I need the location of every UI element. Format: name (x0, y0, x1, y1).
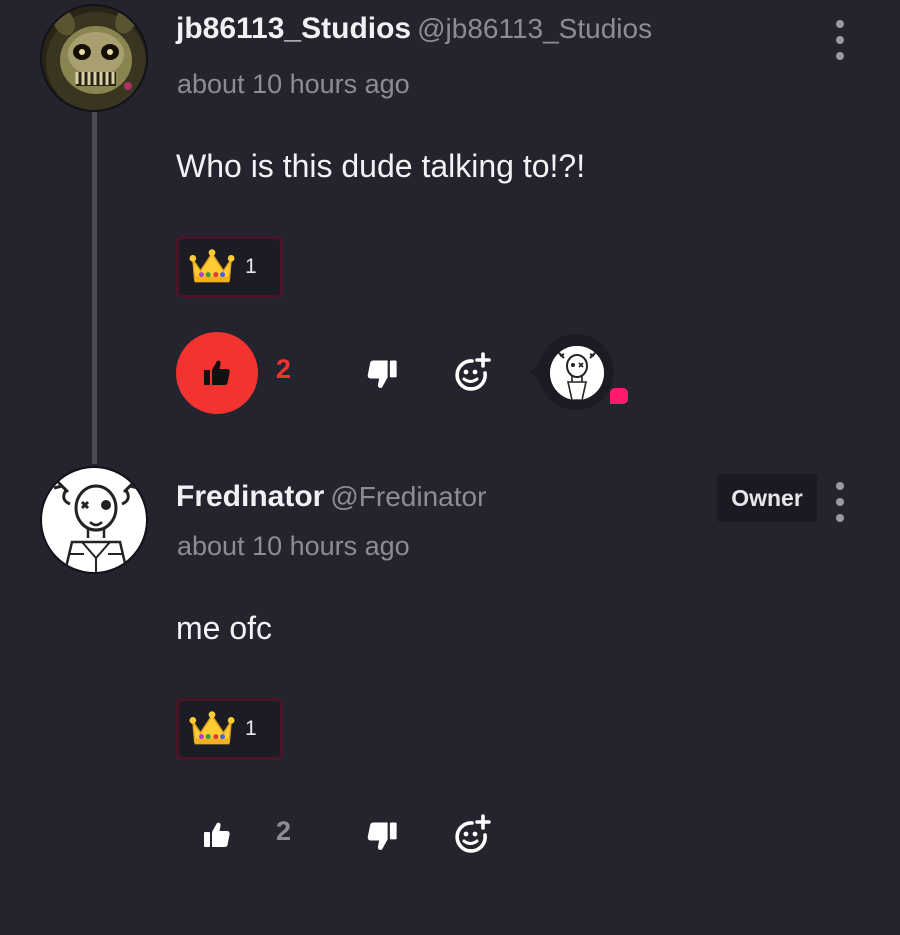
comment-text: Who is this dude talking to!?! (176, 148, 586, 184)
thumbs-down-icon (364, 818, 400, 854)
chat-notification-icon (610, 388, 628, 404)
more-options-icon[interactable] (830, 482, 850, 522)
like-button[interactable] (176, 794, 258, 876)
owner-badge: Owner (717, 474, 817, 522)
reaction-chip[interactable]: 1 (176, 236, 283, 298)
user-handle[interactable]: @jb86113_Studios (417, 13, 652, 44)
springtrap-avatar[interactable] (40, 4, 148, 112)
fredinator-mini-avatar (550, 346, 604, 400)
add-reaction-icon (452, 352, 492, 394)
thumbs-up-icon (201, 357, 233, 389)
crown-emoji (189, 709, 235, 749)
timestamp: about 10 hours ago (177, 531, 410, 561)
username[interactable]: jb86113_Studios (176, 12, 411, 45)
comment-actions: 2 (176, 332, 876, 414)
timestamp: about 10 hours ago (177, 69, 410, 99)
add-reaction-button[interactable] (452, 814, 492, 856)
like-count: 2 (276, 354, 292, 384)
thread-connector-line (92, 112, 97, 464)
user-handle[interactable]: @Fredinator (330, 481, 486, 512)
reaction-count: 1 (245, 717, 257, 740)
reply-avatar-bubble[interactable] (530, 334, 628, 410)
comment-text: me ofc (176, 610, 273, 646)
reaction-count: 1 (245, 255, 257, 278)
comment-header: Fredinator @Fredinator (176, 480, 486, 514)
thumbs-down-icon (364, 356, 400, 392)
reaction-chip[interactable]: 1 (176, 698, 283, 760)
sketch-avatar[interactable] (40, 466, 148, 574)
add-reaction-button[interactable] (452, 352, 492, 394)
more-options-icon[interactable] (830, 20, 850, 60)
username[interactable]: Fredinator (176, 480, 324, 513)
thumbs-up-icon (201, 819, 233, 851)
crown-emoji (189, 247, 235, 287)
add-reaction-icon (452, 814, 492, 856)
dislike-button[interactable] (364, 356, 400, 392)
like-count: 2 (276, 816, 292, 846)
dislike-button[interactable] (364, 818, 400, 854)
comment-header: jb86113_Studios @jb86113_Studios (176, 12, 652, 46)
comment-thread: jb86113_Studios @jb86113_Studios about 10… (0, 0, 900, 935)
like-button[interactable] (176, 332, 258, 414)
comment-actions: 2 (176, 794, 876, 876)
